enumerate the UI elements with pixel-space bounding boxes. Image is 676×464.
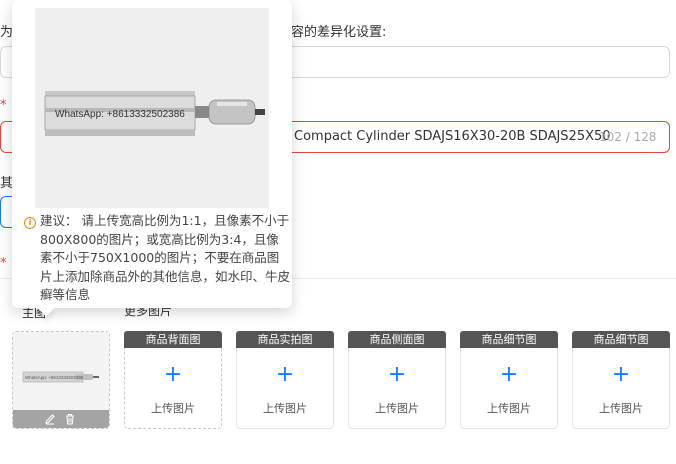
slot-header: 商品细节图 <box>460 331 558 348</box>
edit-icon[interactable] <box>44 413 56 425</box>
preview-image: WhatsApp: +8613332502386 <box>35 8 269 208</box>
upload-slot-real[interactable]: 商品实拍图 + 上传图片 <box>236 331 334 429</box>
slot-header: 商品细节图 <box>572 331 670 348</box>
upload-label: 上传图片 <box>487 402 531 415</box>
required-mark: * <box>0 256 7 271</box>
plus-icon: + <box>387 362 407 387</box>
delete-icon[interactable] <box>64 413 76 425</box>
slot-header: 商品实拍图 <box>236 331 334 348</box>
title-input-value: Compact Cylinder SDAJS16X30-20B SDAJS25X… <box>294 129 611 144</box>
main-image-thumbnail: WhatsApp: +8613332502386 <box>13 332 109 410</box>
upload-label: 上传图片 <box>151 402 195 415</box>
plus-icon: + <box>275 362 295 387</box>
required-mark: * <box>0 98 7 113</box>
info-icon: i <box>24 217 36 229</box>
slot-header: 商品背面图 <box>124 331 222 348</box>
upload-label: 上传图片 <box>263 402 307 415</box>
upload-slot-detail-1[interactable]: 商品细节图 + 上传图片 <box>460 331 558 429</box>
image-action-bar <box>13 410 109 428</box>
cylinder-illustration: WhatsApp: +8613332502386 <box>35 8 269 208</box>
plus-icon: + <box>499 362 519 387</box>
slot-header: 商品侧面图 <box>348 331 446 348</box>
upload-label: 上传图片 <box>375 402 419 415</box>
main-image-slot[interactable]: WhatsApp: +8613332502386 <box>12 331 110 429</box>
plus-icon: + <box>163 362 183 387</box>
thumbnail-watermark: WhatsApp: +8613332502386 <box>25 375 84 380</box>
upload-slot-back[interactable]: 商品背面图 + 上传图片 <box>124 331 222 429</box>
upload-slot-side[interactable]: 商品侧面图 + 上传图片 <box>348 331 446 429</box>
upload-slot-detail-2[interactable]: 商品细节图 + 上传图片 <box>572 331 670 429</box>
variant-settings-label: 容的差异化设置: <box>291 25 387 40</box>
plus-icon: + <box>611 362 631 387</box>
upload-label: 上传图片 <box>599 402 643 415</box>
upload-tip-text: 建议： 请上传宽高比例为1:1，且像素不小于800X800的图片；或宽高比例为3… <box>40 213 291 302</box>
image-preview-popover: WhatsApp: +8613332502386 i 建议： 请上传宽高比例为1… <box>12 0 292 317</box>
title-char-counter: 102 / 128 <box>599 130 657 144</box>
watermark-text: WhatsApp: +8613332502386 <box>55 109 185 120</box>
